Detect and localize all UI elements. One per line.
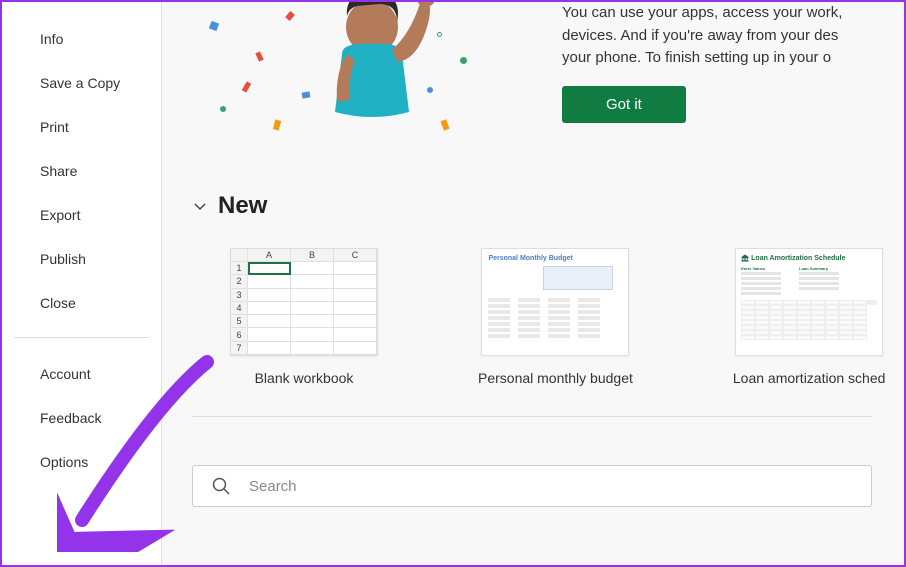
sidebar-item-publish[interactable]: Publish — [2, 237, 161, 281]
banner-desc-line: You can use your apps, access your work, — [562, 2, 904, 25]
banner-desc-line: devices. And if you're away from your de… — [562, 25, 904, 48]
template-thumb: Loan Amortization Schedule Enter Values … — [735, 248, 883, 356]
template-thumb: A B C 1 2 3 4 5 6 7 — [230, 248, 378, 356]
welcome-banner: You can use your apps, access your work,… — [192, 2, 904, 137]
person-waving-icon — [297, 2, 447, 132]
banner-desc-line: your phone. To finish setting up in your… — [562, 47, 904, 70]
template-blank-workbook[interactable]: A B C 1 2 3 4 5 6 7 Blank workbook — [230, 248, 378, 386]
sidebar-item-info[interactable]: Info — [2, 17, 161, 61]
search-input[interactable] — [249, 478, 863, 495]
template-label: Personal monthly budget — [478, 370, 633, 386]
search-box[interactable] — [192, 465, 872, 507]
templates-row: A B C 1 2 3 4 5 6 7 Blank workbook — [192, 248, 904, 386]
main-content: You can use your apps, access your work,… — [162, 2, 904, 565]
welcome-illustration — [192, 2, 562, 137]
section-divider — [192, 416, 872, 417]
sidebar-divider — [14, 337, 149, 338]
sidebar-item-save-copy[interactable]: Save a Copy — [2, 61, 161, 105]
sidebar-item-options[interactable]: Options — [2, 440, 161, 484]
sidebar-item-export[interactable]: Export — [2, 193, 161, 237]
search-row — [192, 465, 872, 507]
sidebar-item-close[interactable]: Close — [2, 281, 161, 325]
template-thumb: Personal Monthly Budget — [481, 248, 629, 356]
sidebar-item-feedback[interactable]: Feedback — [2, 396, 161, 440]
got-it-button[interactable]: Got it — [562, 86, 686, 123]
new-section-header: New — [192, 192, 904, 220]
sidebar: Info Save a Copy Print Share Export Publ… — [2, 2, 162, 565]
template-label: Blank workbook — [255, 370, 354, 386]
sidebar-item-print[interactable]: Print — [2, 105, 161, 149]
template-personal-monthly-budget[interactable]: Personal Monthly Budget Pers — [478, 248, 633, 386]
bank-icon — [741, 254, 749, 262]
sidebar-item-share[interactable]: Share — [2, 149, 161, 193]
banner-text: You can use your apps, access your work,… — [562, 2, 904, 123]
template-loan-amortization[interactable]: Loan Amortization Schedule Enter Values … — [733, 248, 886, 386]
template-label: Loan amortization sched — [733, 370, 886, 386]
new-section-title: New — [218, 192, 267, 220]
sidebar-item-account[interactable]: Account — [2, 352, 161, 396]
search-icon — [211, 476, 231, 496]
chevron-down-icon[interactable] — [192, 198, 208, 214]
